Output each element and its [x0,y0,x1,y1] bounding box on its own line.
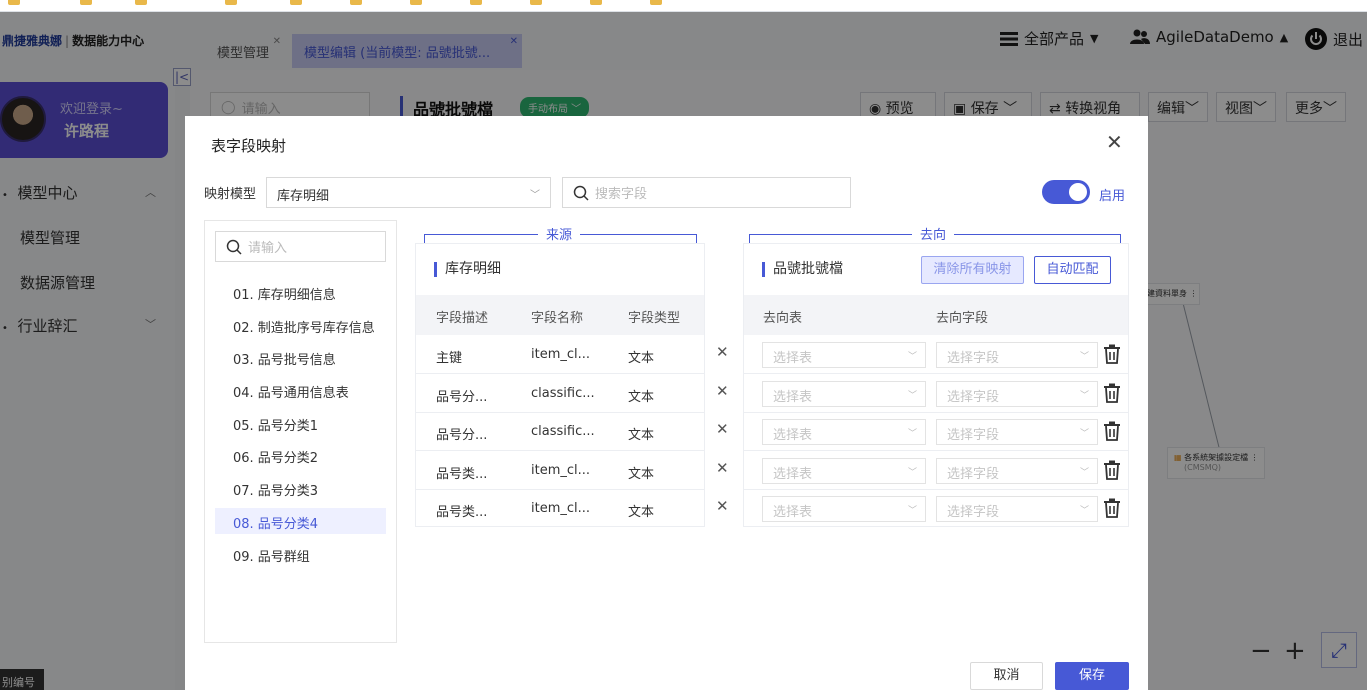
folder-icon[interactable] [410,0,422,5]
table-search-input[interactable]: 请输入 [215,231,386,262]
table-row: 品号分... classific... 文本 [416,375,704,413]
remove-mapping-icon[interactable]: ✕ [716,497,729,515]
target-table-select[interactable]: 选择表 ﹀ [762,496,926,522]
column-header: 去向字段 [936,311,989,326]
chevron-down-icon: ﹀ [1079,468,1089,478]
chevron-down-icon: ﹀ [1079,352,1089,362]
folder-icon[interactable] [80,0,92,5]
source-table-title: 库存明细 [434,262,501,277]
list-item[interactable]: 01. 库存明细信息 [215,279,386,305]
target-panel: 品號批號檔 清除所有映射 自动匹配 去向表 去向字段 选择表 ﹀ 选择字段 ﹀ 选择… [743,243,1129,527]
target-table-title: 品號批號檔 [762,262,843,277]
list-item[interactable]: 03. 品号批号信息 [215,344,386,370]
search-icon [226,239,242,255]
target-field-select[interactable]: 选择字段 ﹀ [936,381,1098,407]
source-section-header: 来源 [424,224,697,248]
target-field-select[interactable]: 选择字段 ﹀ [936,496,1098,522]
column-header: 字段描述 [436,311,489,326]
mapping-model-select[interactable]: 库存明细 ﹀ [266,177,551,208]
folder-icon[interactable] [530,0,542,5]
field-mapping-dialog: 表字段映射 ✕ 映射模型 库存明细 ﹀ 搜索字段 启用 请输入 01. 库存明细… [185,116,1148,690]
table-row: 品号类... item_cl... 文本 [436,501,655,520]
folder-icon[interactable] [650,0,662,5]
trash-icon[interactable] [1103,383,1121,403]
target-table-select[interactable]: 选择表 ﹀ [762,381,926,407]
target-field-select[interactable]: 选择字段 ﹀ [936,458,1098,484]
list-item-active[interactable]: 08. 品号分类4 [215,508,386,534]
table-row: 选择表 ﹀ 选择字段 ﹀ [744,375,1128,413]
list-item[interactable]: 02. 制造批序号库存信息 [215,312,386,338]
browser-bookmarks-bar [0,0,1367,12]
chevron-down-icon: ﹀ [1079,506,1089,516]
folder-icon[interactable] [135,0,147,5]
trash-icon[interactable] [1103,460,1121,480]
trash-icon[interactable] [1103,344,1121,364]
column-header: 字段名称 [531,311,584,326]
trash-icon[interactable] [1103,498,1121,518]
chevron-down-icon: ﹀ [1079,429,1089,439]
remove-mapping-icon[interactable]: ✕ [716,343,729,361]
auto-match-button[interactable]: 自动匹配 [1034,256,1111,284]
source-panel: 库存明细 字段描述 字段名称 字段类型 主键 item_cl... 文本 品号分… [415,243,705,527]
chevron-down-icon: ﹀ [907,352,917,362]
list-item[interactable]: 06. 品号分类2 [215,442,386,468]
source-section-label: 来源 [538,224,581,243]
enable-label: 启用 [1099,189,1126,204]
table-row: 主键 item_cl... 文本 [416,336,704,374]
list-item[interactable]: 07. 品号分类3 [215,475,386,501]
folder-icon[interactable] [590,0,602,5]
table-list-panel: 请输入 01. 库存明细信息 02. 制造批序号库存信息 03. 品号批号信息 … [204,220,397,643]
toggle-knob [1069,183,1087,201]
folder-icon[interactable] [225,0,237,5]
folder-icon[interactable] [350,0,362,5]
list-item[interactable]: 04. 品号通用信息表 [215,377,386,403]
enable-toggle[interactable] [1042,180,1090,204]
list-item[interactable]: 09. 品号群组 [215,541,386,567]
trash-icon[interactable] [1103,421,1121,441]
table-row: 选择表 ﹀ 选择字段 ﹀ [744,336,1128,374]
table-row: 品号类... item_cl... 文本 [416,452,704,490]
target-section-label: 去向 [912,224,955,243]
folder-icon[interactable] [290,0,302,5]
table-row: 选择表 ﹀ 选择字段 ﹀ [744,413,1128,451]
chevron-down-icon: ﹀ [530,190,540,201]
remove-mapping-icon[interactable]: ✕ [716,459,729,477]
chevron-down-icon: ﹀ [907,506,917,516]
close-icon[interactable]: ✕ [1106,130,1123,154]
target-field-select[interactable]: 选择字段 ﹀ [936,342,1098,368]
remove-mapping-icon[interactable]: ✕ [716,420,729,438]
chevron-down-icon: ﹀ [1079,391,1089,401]
target-table-header: 去向表 去向字段 [744,295,1128,335]
column-header: 字段类型 [628,311,681,326]
chevron-down-icon: ﹀ [907,429,917,439]
target-section-header: 去向 [749,224,1121,248]
remove-mapping-icon[interactable]: ✕ [716,382,729,400]
folder-icon[interactable] [8,0,20,5]
target-table-select[interactable]: 选择表 ﹀ [762,458,926,484]
mapping-model-label: 映射模型 [204,187,257,202]
target-table-select[interactable]: 选择表 ﹀ [762,419,926,445]
chevron-down-icon: ﹀ [907,468,917,478]
clear-all-mappings-button[interactable]: 清除所有映射 [921,256,1024,284]
table-row: 选择表 ﹀ 选择字段 ﹀ [744,490,1128,528]
folder-icon[interactable] [470,0,482,5]
target-field-select[interactable]: 选择字段 ﹀ [936,419,1098,445]
target-table-select[interactable]: 选择表 ﹀ [762,342,926,368]
chevron-down-icon: ﹀ [907,391,917,401]
list-item[interactable]: 05. 品号分类1 [215,410,386,436]
save-button[interactable]: 保存 [1055,662,1129,690]
cancel-button[interactable]: 取消 [970,662,1043,690]
column-header: 去向表 [763,311,803,326]
field-search-input[interactable]: 搜索字段 [562,177,851,208]
table-row: 选择表 ﹀ 选择字段 ﹀ [744,452,1128,490]
table-row: 品号分... classific... 文本 [416,413,704,451]
source-table-header: 字段描述 字段名称 字段类型 [416,295,704,335]
dialog-title: 表字段映射 [211,137,287,155]
search-icon [573,185,589,201]
